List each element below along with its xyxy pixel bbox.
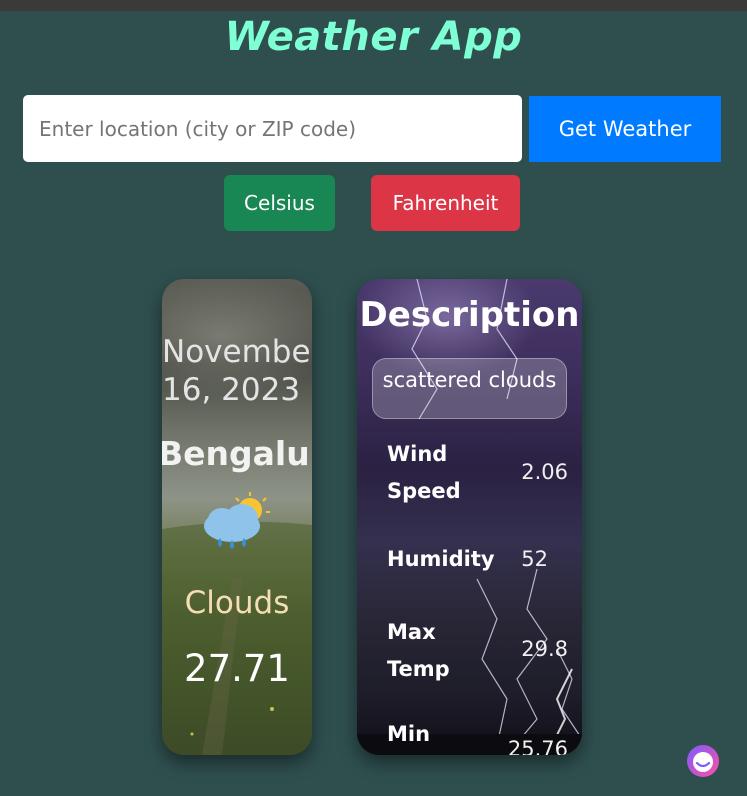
celsius-button[interactable]: Celsius — [224, 175, 335, 231]
location-search-input[interactable] — [23, 95, 522, 162]
temperature-value: 27.71 — [184, 647, 290, 690]
min-temp-label: Min — [387, 722, 431, 746]
city-name: Bengaluru — [162, 434, 312, 473]
weather-summary-card: November 16, 2023 Bengaluru Clouds 27.71 — [162, 279, 312, 755]
max-temp-value: 29.8 — [521, 637, 568, 661]
min-temp-value: 25.76 — [507, 737, 568, 755]
date-line-1: November — [162, 334, 312, 370]
rain-cloud-sun-icon — [204, 492, 270, 549]
weather-details-card: Description scattered clouds Wind Speed … — [357, 279, 582, 755]
wind-speed-label: Wind Speed — [387, 442, 461, 503]
fahrenheit-button[interactable]: Fahrenheit — [371, 175, 520, 231]
max-temp-label: Max Temp — [387, 620, 450, 681]
date-line-2: 16, 2023 — [162, 372, 301, 408]
wind-speed-value: 2.06 — [521, 460, 568, 484]
description-heading: Description — [359, 295, 580, 335]
get-weather-button[interactable]: Get Weather — [529, 96, 721, 162]
page-title: Weather App — [224, 14, 523, 60]
description-text: scattered clouds — [372, 358, 567, 419]
humidity-label: Humidity — [387, 547, 495, 571]
assistant-bot-icon[interactable] — [685, 743, 721, 779]
humidity-value: 52 — [521, 547, 548, 571]
browser-top-bar — [0, 0, 747, 11]
weather-condition: Clouds — [184, 585, 290, 621]
